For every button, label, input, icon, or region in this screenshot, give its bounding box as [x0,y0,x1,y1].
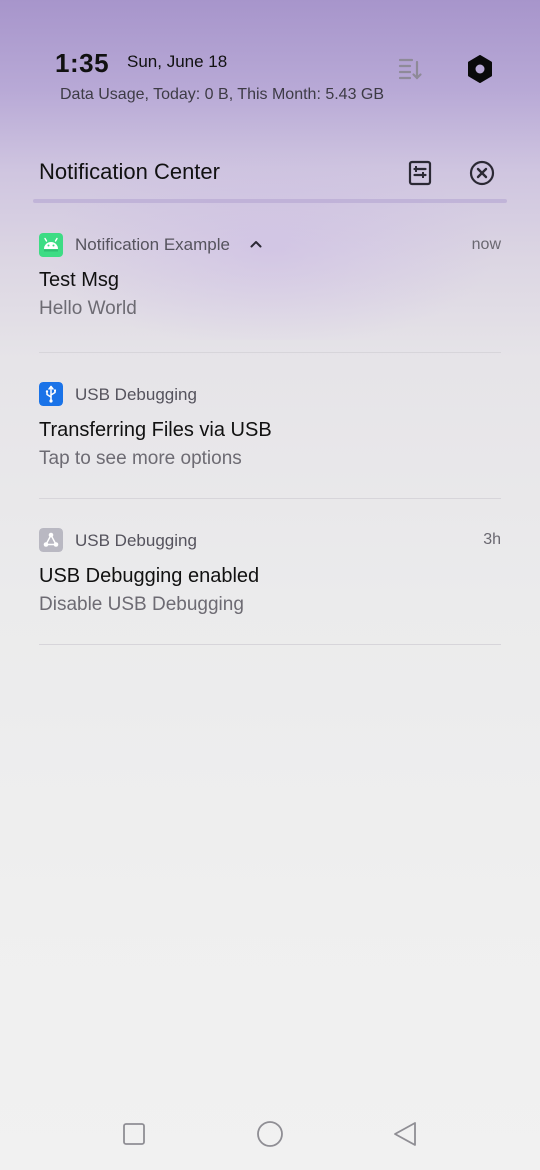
notification-card[interactable]: USB Debugging 3h USB Debugging enabled D… [0,521,540,645]
notification-divider [39,352,501,353]
manage-notifications-icon[interactable] [405,158,435,188]
settings-icon[interactable] [464,53,496,85]
debug-icon [39,528,63,552]
notification-title: Test Msg [39,269,120,291]
back-triangle-icon[interactable] [389,1118,421,1150]
android-icon [39,233,63,257]
notification-card[interactable]: USB Debugging Transferring Files via USB… [0,375,540,499]
app-name-label: Notification Example [75,235,230,254]
notification-divider [39,498,501,499]
clock-time: 1:35 [55,48,110,78]
recents-square-icon[interactable] [118,1118,150,1150]
data-usage-label[interactable]: Data Usage, Today: 0 B, This Month: 5.43… [60,86,384,104]
notification-body: Disable USB Debugging [39,594,244,615]
clear-all-icon[interactable] [467,158,497,188]
usb-icon [39,382,63,406]
date-label: Sun, June 18 [127,52,228,71]
notification-body: Tap to see more options [39,448,242,469]
app-name-label: USB Debugging [75,385,197,404]
notification-title: USB Debugging enabled [39,565,260,587]
notification-body: Hello World [39,298,137,319]
notification-time: now [471,236,501,253]
notification-title: Transferring Files via USB [39,419,272,441]
app-name-label: USB Debugging [75,531,197,550]
notification-time: 3h [483,531,501,548]
sort-icon[interactable] [396,54,424,82]
header-divider [33,199,507,203]
notification-center-title: Notification Center [39,159,220,184]
notification-card[interactable]: Notification Example now Test Msg Hello … [0,226,540,353]
chevron-up-icon[interactable] [249,237,263,251]
notification-divider [39,644,501,645]
home-circle-icon[interactable] [254,1118,286,1150]
